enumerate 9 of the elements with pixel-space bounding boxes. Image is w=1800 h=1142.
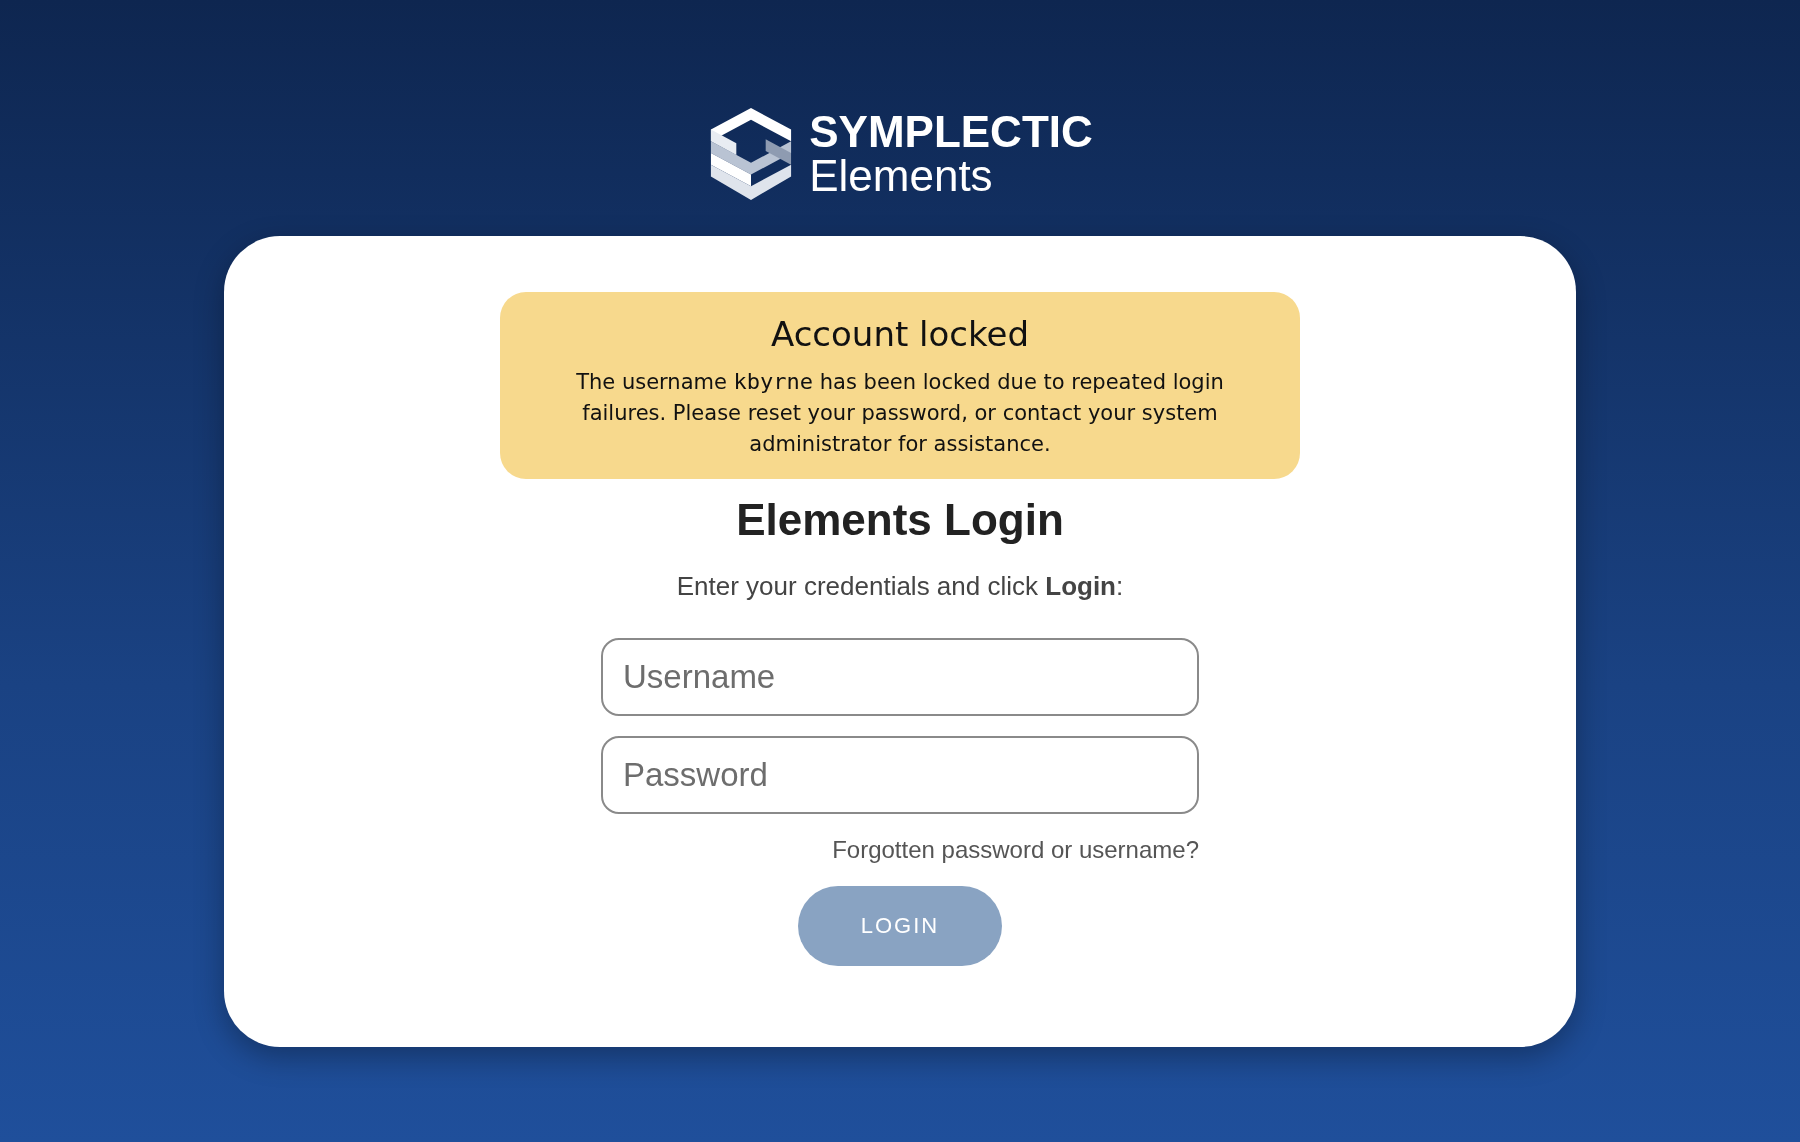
username-field[interactable]: Username — [601, 638, 1199, 716]
logo-subtitle: Elements — [809, 154, 994, 198]
logo-title: SYMPLECTIC — [809, 110, 1093, 154]
login-heading: Elements Login — [736, 495, 1064, 545]
forgot-password-link[interactable]: Forgotten password or username? — [832, 836, 1199, 864]
password-field[interactable]: Password — [601, 736, 1199, 814]
login-instructions: Enter your credentials and click Login: — [676, 571, 1124, 602]
alert-message: The username kbyrne has been locked due to repeated login failures. Please reset your password, or contact your system administrator for assistance. — [575, 368, 1225, 458]
alert-title: Account locked — [770, 314, 1030, 354]
